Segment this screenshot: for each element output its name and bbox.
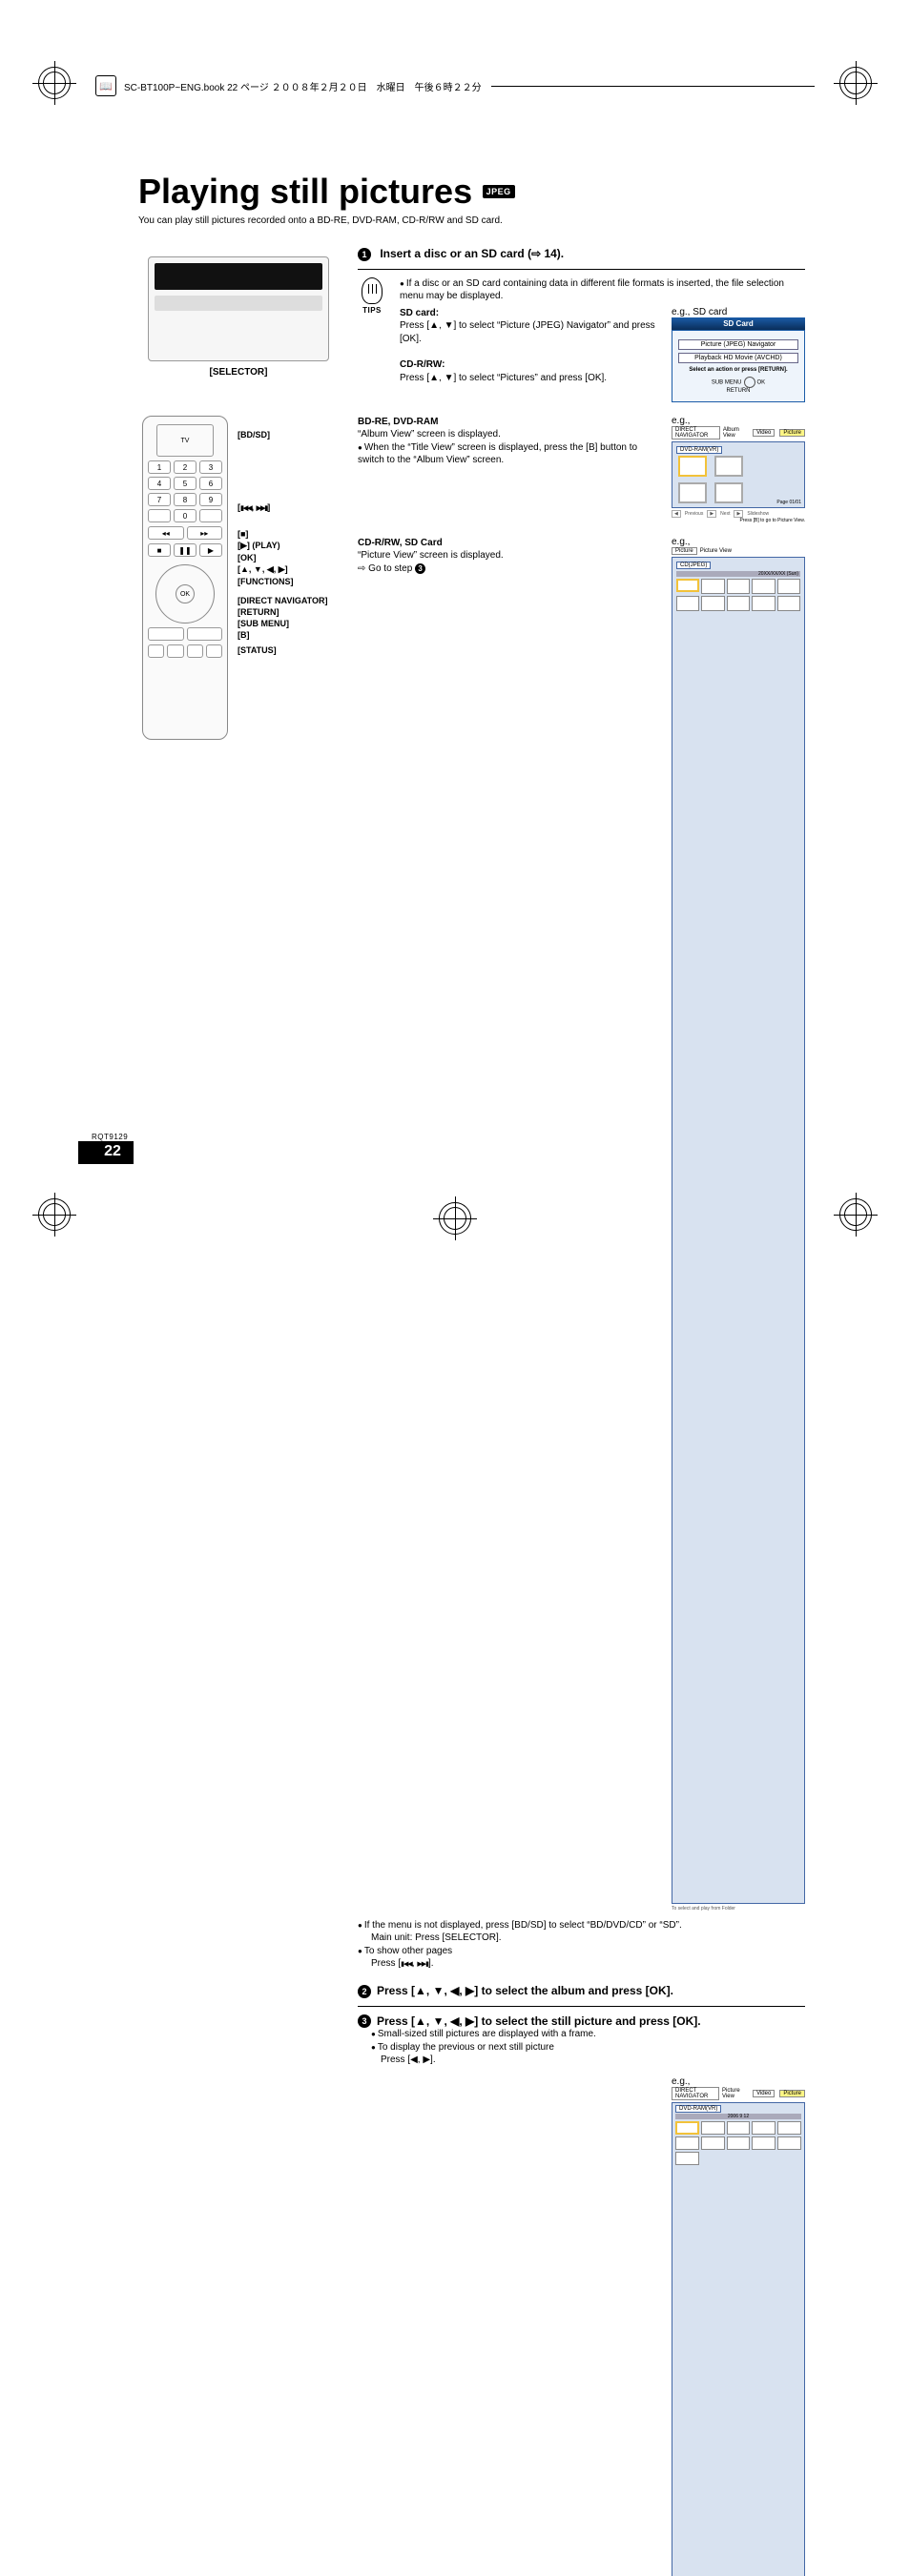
remote-illustration: TV 123 456 789 0 ◂◂▸▸ ■❚❚▶ OK — [142, 416, 228, 740]
remote-label-return: [RETURN] — [238, 607, 328, 617]
rqt-code: RQT9129 — [92, 1133, 134, 1141]
tips-icon: TIPS — [358, 277, 386, 315]
cdsd-l1: “Picture View” screen is displayed. — [358, 549, 658, 562]
remote-label-directnav: [DIRECT NAVIGATOR] — [238, 596, 328, 605]
cdrrw-body: Press [▲, ▼] to select “Pictures” and pr… — [400, 372, 658, 385]
cdsd-head: CD-R/RW, SD Card — [358, 537, 658, 550]
intro-text: You can play still pictures recorded ont… — [138, 215, 805, 226]
book-header-text: SC-BT100P~ENG.book 22 ページ ２００８年２月２０日 水曜日… — [124, 79, 482, 93]
book-header: 📖 SC-BT100P~ENG.book 22 ページ ２００８年２月２０日 水… — [95, 75, 815, 96]
picture-view-panel-1: PicturePicture View CD(JPEG) 20XX/XX/XX … — [672, 547, 805, 1912]
eg-cd: e.g., — [672, 537, 805, 547]
eg-step3: e.g., — [672, 2076, 805, 2087]
remote-label-arrows: [▲, ▼, ◀, ▶] — [238, 564, 328, 575]
remote-label-b: [B] — [238, 630, 328, 640]
remote-label-play: [▶] (PLAY) — [238, 541, 328, 551]
step3-heading: 3Press [▲, ▼, ◀, ▶] to select the still … — [358, 2014, 805, 2029]
album-view-panel: DIRECT NAVIGATORAlbum View VideoPicture … — [672, 426, 805, 523]
after-cd-b2b: Press [, ]. — [371, 1957, 805, 1971]
crop-mark-tr — [839, 67, 872, 99]
selector-label: [SELECTOR] — [138, 367, 339, 378]
cdsd-l2: ⇨ Go to step 3 — [358, 562, 658, 576]
step1-number: 1 — [358, 248, 371, 261]
sd-card-body: Press [▲, ▼] to select “Picture (JPEG) N… — [400, 319, 658, 345]
device-illustration — [148, 256, 329, 361]
remote-label-status: [STATUS] — [238, 645, 328, 655]
crop-mark-bl — [38, 1198, 71, 1231]
step3-b1: Small-sized still pictures are displayed… — [371, 2028, 805, 2041]
eg-bd: e.g., — [672, 416, 805, 426]
after-cd-b2: To show other pages — [358, 1945, 805, 1958]
book-icon: 📖 — [95, 75, 116, 96]
page-footer: RQT9129 22 — [92, 1133, 134, 1164]
sd-card-panel: SD Card Picture (JPEG) Navigator Playbac… — [672, 317, 805, 402]
after-cd-b1: If the menu is not displayed, press [BD/… — [358, 1919, 805, 1932]
page-number: 22 — [92, 1143, 134, 1160]
after-cd-b1b: Main unit: Press [SELECTOR]. — [371, 1932, 805, 1945]
step1-heading: 1 Insert a disc or an SD card (⇨ 14). — [358, 247, 805, 261]
step3-b2: To display the previous or next still pi… — [371, 2041, 805, 2055]
page-title: Playing still pictures — [138, 172, 472, 212]
remote-label-stop: [■] — [238, 529, 328, 539]
step3-b2b: Press [◀, ▶]. — [381, 2054, 805, 2067]
step1-bullet1: If a disc or an SD card containing data … — [400, 277, 805, 303]
remote-label-bdsd: [BD/SD] — [238, 430, 328, 440]
eg-sd-label: e.g., SD card — [672, 307, 805, 317]
remote-label-functions: [FUNCTIONS] — [238, 577, 328, 586]
crop-mark-tl — [38, 67, 71, 99]
remote-label-ok: [OK] — [238, 553, 328, 562]
remote-label-skip: [, ] — [238, 502, 328, 512]
bdre-l2: When the “Title View” screen is displaye… — [358, 441, 658, 467]
sd-card-head: SD card: — [400, 307, 658, 320]
bdre-l1: “Album View” screen is displayed. — [358, 428, 658, 441]
remote-label-submenu: [SUB MENU] — [238, 619, 328, 628]
jpeg-badge: JPEG — [483, 185, 515, 198]
bdre-head: BD-RE, DVD-RAM — [358, 416, 658, 429]
step2-heading: 2Press [▲, ▼, ◀, ▶] to select the album … — [358, 1984, 805, 1998]
cdrrw-head: CD-R/RW: — [400, 358, 658, 372]
picture-view-panel-2: DIRECT NAVIGATORPicture View VideoPictur… — [672, 2087, 805, 2576]
